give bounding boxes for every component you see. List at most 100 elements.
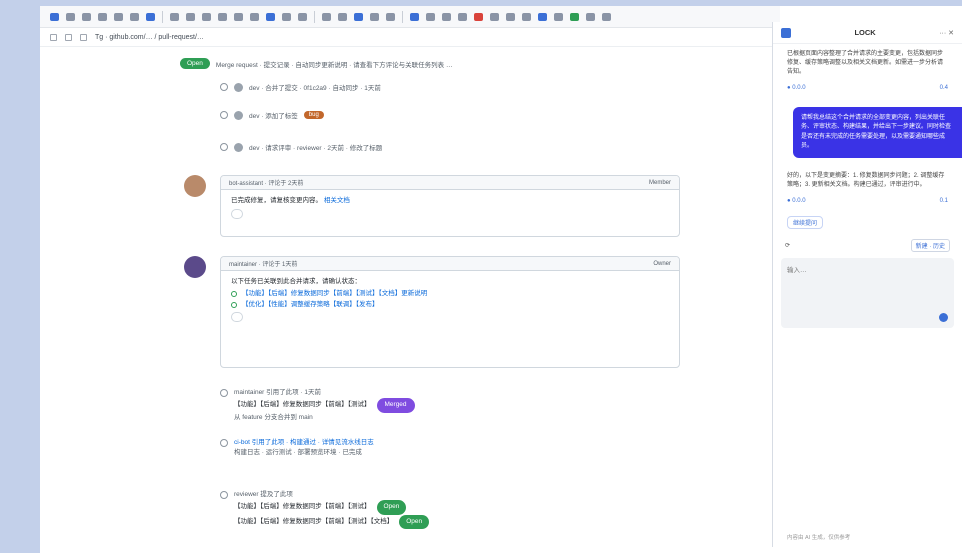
- toolbar-code-icon[interactable]: [218, 12, 227, 21]
- toolbar-redo-icon[interactable]: [82, 12, 91, 21]
- toolbar-color-icon[interactable]: [490, 12, 499, 21]
- toolbar-quote-icon[interactable]: [202, 12, 211, 21]
- toolbar-format-icon[interactable]: [98, 12, 107, 21]
- reference-icon: [220, 491, 228, 500]
- avatar[interactable]: [184, 256, 206, 278]
- pull-request-timeline: Open Merge request · 提交记录 · 自动同步更新说明 · 请…: [180, 50, 680, 550]
- comment-box: bot-assistant · 评论于 2天前 Member 已完成修复，请复核…: [220, 175, 680, 237]
- reference-event: reviewer 提及了此项 【功能】【后端】修复数据同步【前端】【测试】 Op…: [220, 490, 680, 530]
- message-source[interactable]: ● 0.0.0: [787, 85, 806, 91]
- label-badge[interactable]: bug: [303, 111, 324, 119]
- toolbar-attach-icon[interactable]: [370, 12, 379, 21]
- toolbar-divider: [314, 10, 315, 23]
- toolbar-strike-icon[interactable]: [298, 12, 307, 21]
- task-item[interactable]: 【优化】【性能】调整缓存策略【联调】【发布】: [231, 300, 669, 309]
- reference-title[interactable]: 【功能】【后端】修复数据同步【前端】【测试】【文档】: [234, 517, 393, 527]
- suggestion-chip[interactable]: 继续提问: [787, 216, 824, 230]
- toolbar-undo-icon[interactable]: [66, 12, 75, 21]
- task-text[interactable]: 【优化】【性能】调整缓存策略【联调】【发布】: [242, 300, 379, 309]
- message-source[interactable]: ● 0.0.0: [787, 198, 806, 204]
- reference-meta: reviewer 提及了此项: [234, 491, 293, 498]
- toolbar-emoji-icon[interactable]: [386, 12, 395, 21]
- toolbar-task-icon[interactable]: [354, 12, 363, 21]
- comment-role: Owner: [653, 260, 671, 267]
- toolbar-italic-icon[interactable]: [130, 12, 139, 21]
- reference-icon: [220, 439, 228, 448]
- refresh-icon[interactable]: ⟳: [785, 242, 790, 249]
- chat-tools: ⟳ 新建 · 历史: [773, 233, 962, 258]
- toolbar-align-icon[interactable]: [506, 12, 515, 21]
- toolbar-table-icon[interactable]: [234, 12, 243, 21]
- reference-meta[interactable]: ci-bot 引用了此项 · 构建通过 · 详情见流水线日志: [234, 438, 374, 448]
- comment-link[interactable]: 相关文档: [324, 197, 350, 204]
- reference-header: ci-bot 引用了此项 · 构建通过 · 详情见流水线日志: [220, 438, 680, 448]
- send-icon[interactable]: [939, 313, 948, 323]
- chat-window-controls[interactable]: ··· ✕: [939, 29, 954, 37]
- toolbar-print-icon[interactable]: [554, 12, 563, 21]
- chat-title: LOCK: [854, 28, 876, 37]
- chat-disclaimer: 内容由 AI 生成，仅供参考: [787, 535, 851, 541]
- open-badge: Open: [399, 514, 430, 530]
- back-icon[interactable]: [50, 34, 57, 41]
- reference-item[interactable]: 【功能】【后端】修复数据同步【前端】【测试】【文档】 Open: [220, 514, 680, 530]
- toolbar-mention-icon[interactable]: [266, 12, 275, 21]
- add-reaction-button[interactable]: [231, 208, 243, 219]
- message-actions[interactable]: 0.4: [940, 85, 948, 91]
- toolbar-app-icon[interactable]: [50, 12, 59, 21]
- comment-author[interactable]: maintainer · 评论于 1天前: [229, 259, 297, 268]
- event-text: dev · 请求评审 · reviewer · 2天前 · 修改了标题: [249, 145, 383, 152]
- timeline-event: dev · 添加了标签 bug: [220, 110, 700, 120]
- reference-title[interactable]: 【功能】【后端】修复数据同步【前端】【测试】: [234, 400, 371, 410]
- add-reaction-button[interactable]: [231, 311, 243, 322]
- address-bar: Tg · github.com/… / pull-request/…: [40, 29, 780, 47]
- user-message: 请帮我总结这个合并请求的全部变更内容，列出关联任务、评审状态、构建结果，并给出下…: [793, 107, 962, 159]
- banner-text: Merge request · 提交记录 · 自动同步更新说明 · 请查看下方评…: [215, 61, 453, 69]
- toolbar-extension-icon[interactable]: [570, 12, 579, 21]
- status-badge: Open: [180, 58, 210, 69]
- chat-header: LOCK ··· ✕: [773, 22, 962, 44]
- toolbar-bold-icon[interactable]: [114, 12, 123, 21]
- merged-badge: Merged: [376, 398, 415, 413]
- task-item[interactable]: 【功能】【后端】修复数据同步【前端】【测试】【文档】更新说明: [231, 289, 669, 298]
- toolbar-more-icon[interactable]: [602, 12, 611, 21]
- chat-input-placeholder: 输入…: [787, 267, 807, 275]
- comment-role: Member: [648, 179, 671, 186]
- toolbar-highlight-icon[interactable]: [474, 12, 483, 21]
- url-text[interactable]: Tg · github.com/… / pull-request/…: [95, 34, 204, 41]
- chat-input[interactable]: 输入…: [781, 258, 954, 329]
- eye-icon: [220, 143, 228, 151]
- forward-icon[interactable]: [65, 34, 72, 41]
- toolbar-outdent-icon[interactable]: [338, 12, 347, 21]
- message-actions[interactable]: 0.1: [940, 198, 948, 204]
- toolbar-copy-icon[interactable]: [426, 12, 435, 21]
- reference-title[interactable]: 【功能】【后端】修复数据同步【前端】【测试】: [234, 502, 371, 512]
- event-text: dev · 合并了提交 · 0f1c2a9 · 自动同步 · 1天前: [249, 85, 381, 92]
- toolbar-heading-icon[interactable]: [282, 12, 291, 21]
- toolbar-zoom-icon[interactable]: [522, 12, 531, 21]
- toolbar-paste-icon[interactable]: [442, 12, 451, 21]
- reference-header: reviewer 提及了此项: [220, 490, 680, 500]
- reference-icon: [220, 389, 228, 398]
- avatar[interactable]: [184, 175, 206, 197]
- toolbar-indent-icon[interactable]: [322, 12, 331, 21]
- toolbar-search-icon[interactable]: [538, 12, 547, 21]
- ai-chat-sidebar: LOCK ··· ✕ 已根据页面内容整理了合并请求的主要变更，包括数据同步修复、…: [772, 22, 962, 547]
- reference-item[interactable]: 【功能】【后端】修复数据同步【前端】【测试】 Open: [220, 500, 680, 515]
- toolbar-list-icon[interactable]: [170, 12, 179, 21]
- toolbar-link-icon[interactable]: [146, 12, 155, 21]
- assistant-message: 已根据页面内容整理了合并请求的主要变更，包括数据同步修复、缓存策略调整以及相关文…: [787, 51, 944, 75]
- reference-item[interactable]: 【功能】【后端】修复数据同步【前端】【测试】 Merged: [220, 398, 680, 413]
- message-meta: ● 0.0.0 0.4: [773, 83, 962, 99]
- toolbar-settings-icon[interactable]: [586, 12, 595, 21]
- toolbar-ordered-list-icon[interactable]: [186, 12, 195, 21]
- toolbar-cut-icon[interactable]: [458, 12, 467, 21]
- reference-event: maintainer 引用了此项 · 1天前 【功能】【后端】修复数据同步【前端…: [220, 388, 680, 423]
- toolbar-share-icon[interactable]: [410, 12, 419, 21]
- refresh-icon[interactable]: [80, 34, 87, 41]
- toolbar-image-icon[interactable]: [250, 12, 259, 21]
- tag-icon: [220, 111, 228, 119]
- chat-tool-button[interactable]: 新建 · 历史: [910, 239, 950, 253]
- task-text[interactable]: 【功能】【后端】修复数据同步【前端】【测试】【文档】更新说明: [242, 289, 427, 298]
- open-issue-icon: [231, 301, 237, 308]
- comment-author[interactable]: bot-assistant · 评论于 2天前: [229, 178, 303, 187]
